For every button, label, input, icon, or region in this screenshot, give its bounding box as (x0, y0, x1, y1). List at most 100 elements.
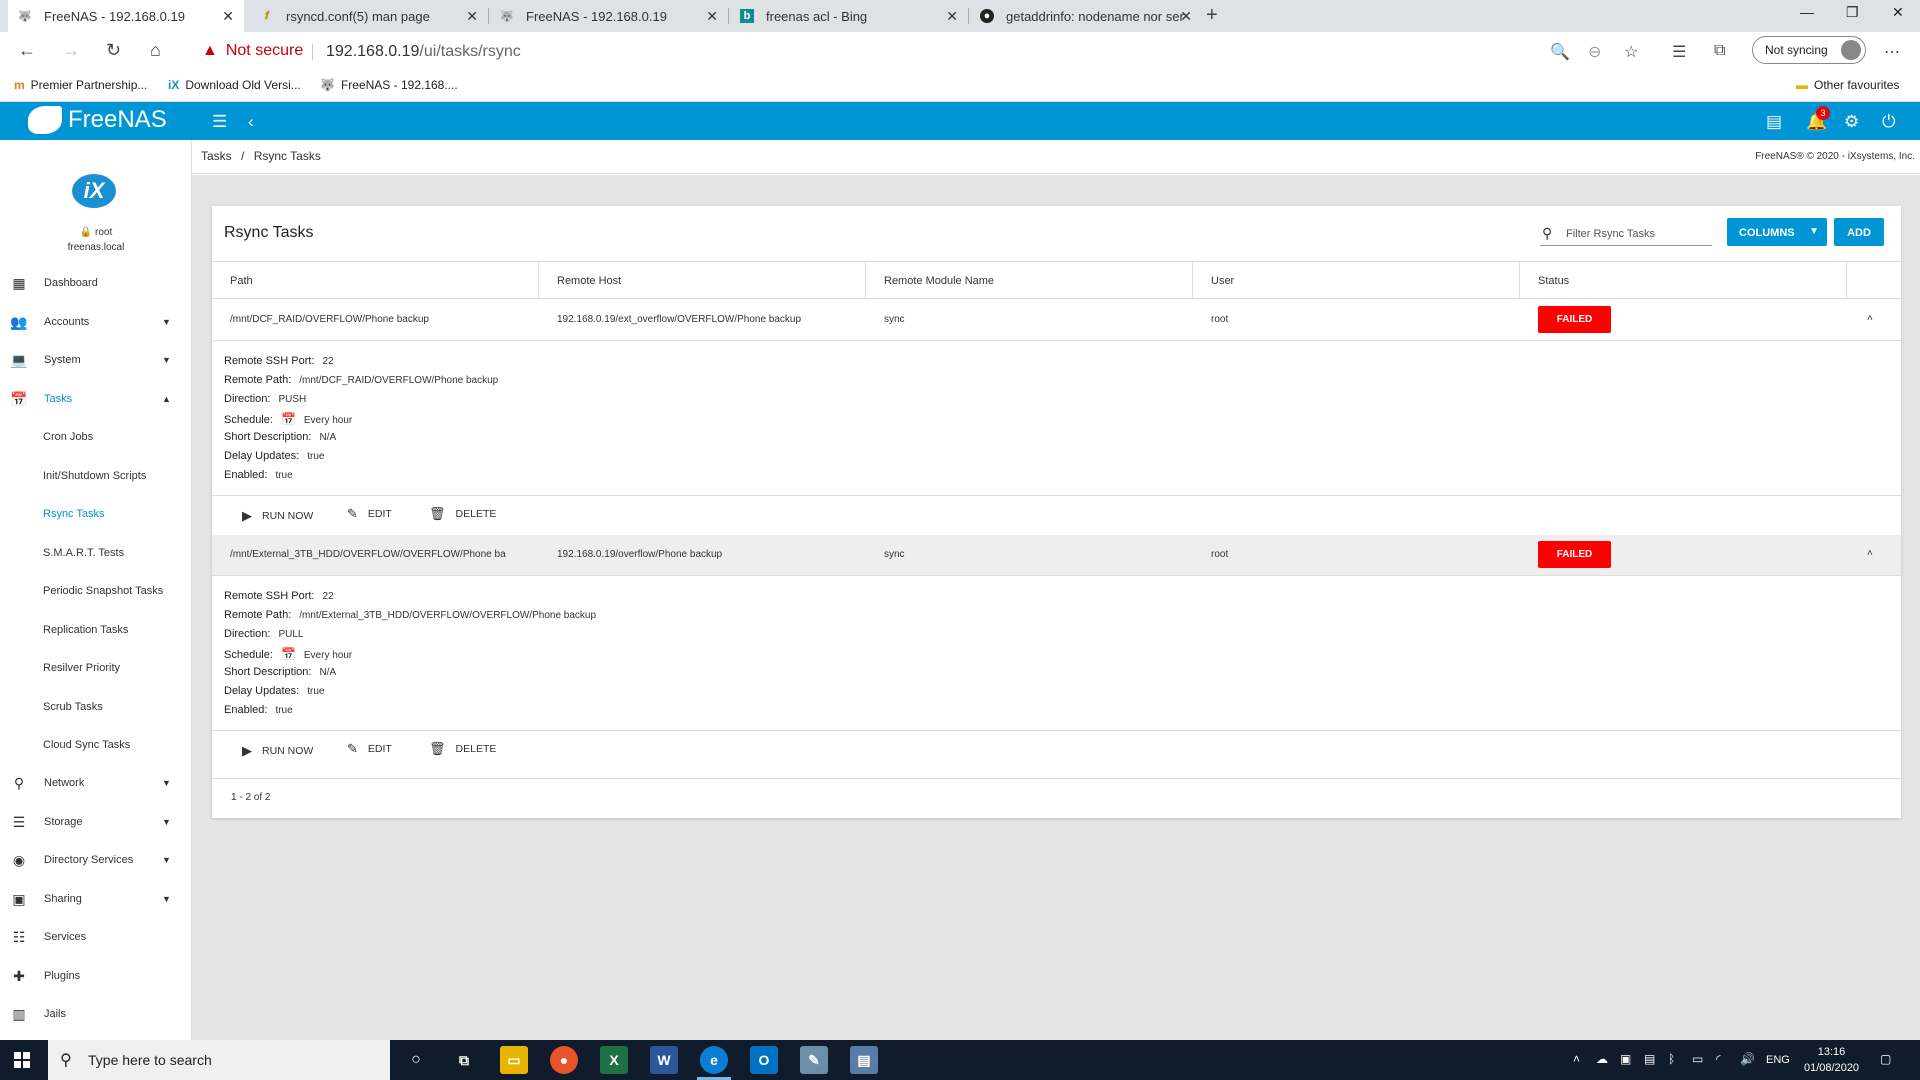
edge-icon[interactable]: e (700, 1046, 728, 1074)
power-icon[interactable]: ⏻ (1882, 112, 1895, 132)
zoom-icon[interactable]: 🔍 (1550, 42, 1570, 62)
edit-button[interactable]: ✎ EDIT (347, 741, 392, 757)
run-now-button[interactable]: ▶ RUN NOW (242, 508, 313, 524)
favourite-link[interactable]: iX Download Old Versi... (168, 78, 301, 92)
chevron-left-icon[interactable]: ‹ (248, 112, 254, 132)
taskbar-search[interactable]: ⚲ Type here to search (48, 1040, 390, 1080)
tray-chevron-icon[interactable]: ˄ (1573, 1052, 1580, 1066)
wifi-icon[interactable]: ◜ (1716, 1052, 1721, 1066)
tray-icon[interactable]: ▤ (1644, 1052, 1655, 1066)
more-icon[interactable]: ⋯ (1884, 42, 1900, 62)
sidebar-item-services[interactable]: ☷ Services (0, 922, 192, 952)
notifications-icon[interactable]: ▢ (1880, 1052, 1891, 1066)
favorites-list-icon[interactable]: ☰ (1672, 42, 1686, 62)
chevron-up-icon[interactable]: ˄ (1867, 548, 1873, 559)
new-tab-button[interactable]: + (1206, 4, 1218, 27)
browser-tab[interactable]: 𝒇 rsyncd.conf(5) man page ✕ (250, 0, 488, 32)
other-favourites[interactable]: ▬ Other favourites (1796, 78, 1899, 92)
browser-tab[interactable]: 🐺 FreeNAS - 192.168.0.19 ✕ (490, 0, 728, 32)
sidebar-item-storage[interactable]: ☰ Storage ▼ (0, 807, 192, 837)
sidebar-item-resilver[interactable]: Resilver Priority (0, 653, 192, 683)
close-window-icon[interactable]: ✕ (1892, 4, 1904, 21)
notepad-icon[interactable]: ✎ (800, 1046, 828, 1074)
close-tab-icon[interactable]: ✕ (706, 8, 718, 25)
menu-icon[interactable]: ☰ (212, 112, 227, 132)
column-header-status[interactable]: Status (1538, 275, 1569, 287)
column-header-module[interactable]: Remote Module Name (884, 275, 994, 287)
forward-icon[interactable]: → (62, 40, 80, 61)
sidebar-item-directory-services[interactable]: ◉ Directory Services ▼ (0, 845, 192, 875)
battery-icon[interactable]: ▭ (1692, 1052, 1703, 1066)
breadcrumb-parent[interactable]: Tasks (201, 149, 232, 163)
app-tray-icon[interactable]: ▣ (1620, 1052, 1631, 1066)
sidebar-item-smart-tests[interactable]: S.M.A.R.T. Tests (0, 538, 192, 568)
status-badge[interactable]: FAILED (1538, 306, 1611, 333)
favourite-link[interactable]: m Premier Partnership... (14, 78, 147, 92)
word-icon[interactable]: W (650, 1046, 678, 1074)
table-row[interactable] (212, 300, 1901, 340)
delete-button[interactable]: 🗑 DELETE (429, 741, 496, 757)
favourite-link[interactable]: 🐺 FreeNAS - 192.168.... (320, 78, 458, 92)
remote-desktop-icon[interactable]: ▤ (850, 1046, 878, 1074)
sidebar-item-periodic-snapshot[interactable]: Periodic Snapshot Tasks (0, 576, 192, 606)
task-view-icon[interactable]: ⧉ (450, 1046, 478, 1074)
close-tab-icon[interactable]: ✕ (466, 8, 478, 25)
sidebar-item-tasks[interactable]: 📅 Tasks ▲ (0, 384, 192, 414)
column-header-remote-host[interactable]: Remote Host (557, 275, 621, 287)
chevron-up-icon[interactable]: ˄ (1867, 313, 1873, 324)
minimize-icon[interactable]: — (1800, 4, 1814, 20)
sidebar-item-rsync-tasks[interactable]: Rsync Tasks (0, 499, 192, 529)
back-icon[interactable]: ← (18, 40, 36, 61)
sidebar-item-replication[interactable]: Replication Tasks (0, 615, 192, 645)
collections-icon[interactable]: ⧉ (1714, 42, 1725, 60)
clipboard-icon[interactable]: ▤ (1766, 112, 1782, 132)
language-indicator[interactable]: ENG (1766, 1054, 1790, 1066)
security-warning[interactable]: ▲ Not secure (202, 42, 303, 60)
column-header-path[interactable]: Path (230, 275, 253, 287)
restore-icon[interactable]: ❐ (1846, 4, 1859, 21)
column-header-user[interactable]: User (1211, 275, 1234, 287)
sidebar-item-sharing[interactable]: ▣ Sharing ▼ (0, 884, 192, 914)
sidebar-item-system[interactable]: 💻 System ▼ (0, 345, 192, 375)
firefox-icon[interactable]: ● (550, 1046, 578, 1074)
zoom-out-icon[interactable]: ⊖ (1588, 42, 1601, 62)
cortana-icon[interactable]: ○ (402, 1046, 430, 1074)
sync-button[interactable]: Not syncing (1752, 36, 1866, 64)
sidebar-item-dashboard[interactable]: ▦ Dashboard (0, 268, 192, 298)
close-tab-icon[interactable]: ✕ (1180, 8, 1192, 25)
home-icon[interactable]: ⌂ (150, 40, 161, 61)
freenas-logo[interactable]: FreeNAS (28, 106, 167, 134)
excel-icon[interactable]: X (600, 1046, 628, 1074)
volume-icon[interactable]: 🔊 (1740, 1052, 1755, 1066)
refresh-icon[interactable]: ↻ (106, 40, 121, 61)
filter-input[interactable]: ⚲ Filter Rsync Tasks (1540, 224, 1712, 246)
status-badge[interactable]: FAILED (1538, 541, 1611, 568)
url-field[interactable]: 192.168.0.19/ui/tasks/rsync (326, 43, 521, 61)
gear-icon[interactable]: ⚙ (1844, 112, 1859, 132)
windows-start-icon[interactable] (14, 1052, 30, 1068)
bluetooth-icon[interactable]: ᛒ (1668, 1052, 1675, 1066)
onedrive-icon[interactable]: ☁ (1596, 1052, 1608, 1066)
add-button[interactable]: ADD (1834, 218, 1884, 246)
outlook-icon[interactable]: O (750, 1046, 778, 1074)
sidebar-item-accounts[interactable]: 👥 Accounts ▼ (0, 307, 192, 337)
close-tab-icon[interactable]: ✕ (222, 8, 234, 25)
browser-tab-active[interactable]: 🐺 FreeNAS - 192.168.0.19 ✕ (8, 0, 244, 32)
taskbar-clock[interactable]: 13:16 01/08/2020 (1804, 1044, 1859, 1076)
sidebar-item-init-shutdown[interactable]: Init/Shutdown Scripts (0, 461, 192, 491)
delete-button[interactable]: 🗑 DELETE (429, 506, 496, 522)
favorite-star-icon[interactable]: ☆ (1624, 42, 1638, 62)
sidebar-item-cloud-sync[interactable]: Cloud Sync Tasks (0, 730, 192, 760)
file-explorer-icon[interactable]: ▭ (500, 1046, 528, 1074)
browser-tab[interactable]: b freenas acl - Bing ✕ (730, 0, 968, 32)
sidebar-item-jails[interactable]: ▥ Jails (0, 999, 192, 1029)
close-tab-icon[interactable]: ✕ (946, 8, 958, 25)
sidebar-item-cron-jobs[interactable]: Cron Jobs (0, 422, 192, 452)
browser-tab[interactable]: ● getaddrinfo: nodename nor serv ✕ (970, 0, 1202, 32)
sidebar-item-network[interactable]: ⚲ Network ▼ (0, 768, 192, 798)
sidebar-item-scrub[interactable]: Scrub Tasks (0, 692, 192, 722)
sidebar-item-plugins[interactable]: ✚ Plugins (0, 961, 192, 991)
run-now-button[interactable]: ▶ RUN NOW (242, 743, 313, 759)
columns-button[interactable]: COLUMNS ▼ (1727, 218, 1827, 246)
edit-button[interactable]: ✎ EDIT (347, 506, 392, 522)
